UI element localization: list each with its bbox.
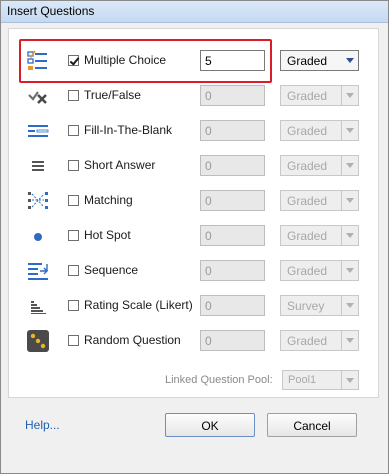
question-type-row: Short Answer 0 Graded	[0, 150, 389, 180]
question-type-checkbox[interactable]	[68, 125, 79, 136]
question-type-row: Hot Spot 0 Graded	[0, 220, 389, 250]
grading-select-value: Graded	[287, 264, 328, 278]
question-type-label[interactable]: Rating Scale (Likert)	[84, 298, 193, 312]
true-false-icon	[26, 84, 50, 108]
question-type-label[interactable]: Short Answer	[84, 158, 155, 172]
question-type-checkbox[interactable]	[68, 335, 79, 346]
chevron-down-icon	[341, 156, 358, 175]
grading-select[interactable]: Survey	[280, 295, 359, 316]
linked-question-pool-select[interactable]: Pool1	[282, 370, 359, 390]
question-type-label[interactable]: Hot Spot	[84, 228, 131, 242]
question-type-label[interactable]: Sequence	[84, 263, 138, 277]
chevron-down-icon	[341, 331, 358, 350]
grading-select-value: Graded	[287, 54, 328, 68]
highlight-box	[19, 39, 272, 83]
grading-select-value: Graded	[287, 194, 328, 208]
grading-select[interactable]: Graded	[280, 85, 359, 106]
question-type-label[interactable]: True/False	[84, 88, 141, 102]
question-type-checkbox[interactable]	[68, 230, 79, 241]
grading-select[interactable]: Graded	[280, 190, 359, 211]
question-type-checkbox[interactable]	[68, 265, 79, 276]
question-type-checkbox[interactable]	[68, 160, 79, 171]
chevron-down-icon	[341, 121, 358, 140]
rating-scale-icon	[26, 294, 50, 318]
question-count-input[interactable]: 0	[200, 295, 265, 316]
fill-in-blank-icon	[26, 119, 50, 143]
question-count-value: 0	[205, 264, 212, 278]
question-type-checkbox[interactable]	[68, 195, 79, 206]
question-count-value: 0	[205, 229, 212, 243]
question-type-label[interactable]: Random Question	[84, 333, 181, 347]
question-type-label[interactable]: Fill-In-The-Blank	[84, 123, 172, 137]
question-type-row: Matching 0 Graded	[0, 185, 389, 215]
grading-select[interactable]: Graded	[280, 260, 359, 281]
hot-spot-icon	[26, 224, 50, 248]
title-bar: Insert Questions	[1, 1, 388, 23]
chevron-down-icon	[341, 226, 358, 245]
pool-select-value: Pool1	[288, 374, 317, 386]
window-title: Insert Questions	[7, 4, 95, 18]
question-count-input[interactable]: 0	[200, 155, 265, 176]
grading-select[interactable]: Graded	[280, 155, 359, 176]
linked-question-pool-label: Linked Question Pool:	[165, 374, 273, 386]
question-count-value: 0	[205, 299, 212, 313]
grading-select-value: Graded	[287, 89, 328, 103]
help-link[interactable]: Help...	[25, 418, 60, 432]
question-count-value: 0	[205, 159, 212, 173]
question-count-value: 0	[205, 124, 212, 138]
short-answer-icon	[26, 154, 50, 178]
chevron-down-icon	[341, 371, 358, 389]
grading-select-value: Graded	[287, 334, 328, 348]
grading-select-value: Graded	[287, 229, 328, 243]
chevron-down-icon	[341, 261, 358, 280]
cancel-button[interactable]: Cancel	[267, 413, 357, 437]
question-count-input[interactable]: 0	[200, 225, 265, 246]
question-type-row: Random Question 0 Graded	[0, 325, 389, 355]
question-count-value: 0	[205, 334, 212, 348]
chevron-down-icon	[342, 51, 358, 70]
question-type-checkbox[interactable]	[68, 300, 79, 311]
question-count-input[interactable]: 0	[200, 190, 265, 211]
matching-icon	[26, 189, 50, 213]
grading-select-value: Graded	[287, 159, 328, 173]
grading-select-value: Survey	[287, 299, 325, 313]
question-type-row: True/False 0 Graded	[0, 80, 389, 110]
grading-select-value: Graded	[287, 124, 328, 138]
question-type-row: Rating Scale (Likert) 0 Survey	[0, 290, 389, 320]
chevron-down-icon	[341, 191, 358, 210]
question-count-input[interactable]: 0	[200, 260, 265, 281]
random-question-icon	[26, 329, 50, 353]
question-type-checkbox[interactable]	[68, 90, 79, 101]
question-count-input[interactable]: 0	[200, 120, 265, 141]
grading-select[interactable]: Graded	[280, 50, 359, 71]
question-count-value: 0	[205, 194, 212, 208]
question-type-row: Sequence 0 Graded	[0, 255, 389, 285]
question-type-row: Fill-In-The-Blank 0 Graded	[0, 115, 389, 145]
question-count-input[interactable]: 0	[200, 85, 265, 106]
chevron-down-icon	[341, 86, 358, 105]
grading-select[interactable]: Graded	[280, 225, 359, 246]
chevron-down-icon	[341, 296, 358, 315]
ok-button[interactable]: OK	[165, 413, 255, 437]
question-count-value: 0	[205, 89, 212, 103]
question-type-label[interactable]: Matching	[84, 193, 133, 207]
sequence-icon	[26, 259, 50, 283]
grading-select[interactable]: Graded	[280, 330, 359, 351]
grading-select[interactable]: Graded	[280, 120, 359, 141]
question-count-input[interactable]: 0	[200, 330, 265, 351]
